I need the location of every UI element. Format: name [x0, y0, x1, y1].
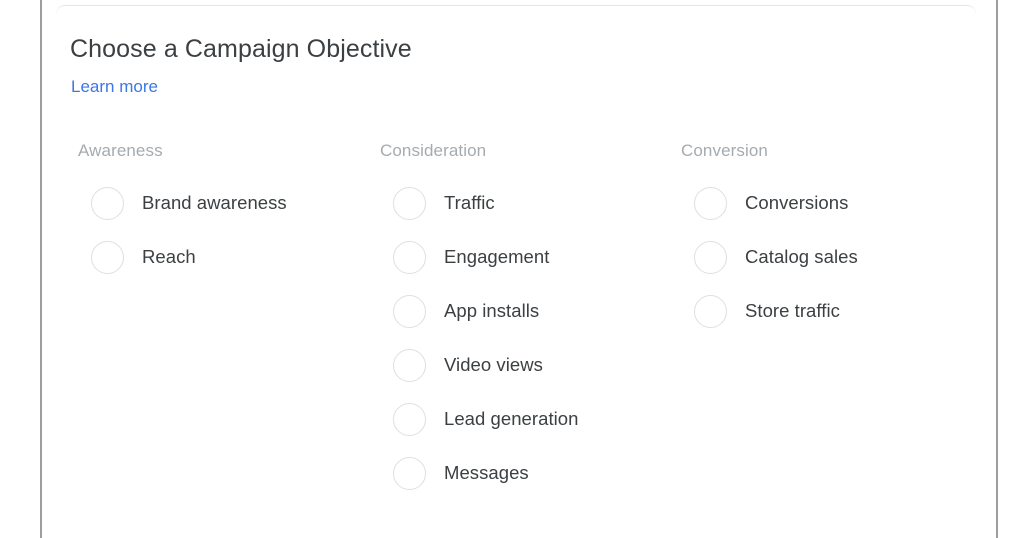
objective-option[interactable]: Catalog sales: [680, 230, 858, 284]
radio-button-icon[interactable]: [393, 186, 426, 220]
objective-option[interactable]: App installs: [379, 284, 578, 338]
objective-option[interactable]: Messages: [379, 446, 578, 500]
objective-option-label: Catalog sales: [745, 246, 858, 267]
objective-option[interactable]: Reach: [77, 230, 287, 284]
objective-column-conversion: Conversion Conversions Catalog sales Store …: [680, 140, 858, 338]
page-left-border: [40, 0, 42, 538]
objective-option-label: Engagement: [444, 246, 550, 267]
objective-option-list: Traffic Engagement App installs Video views…: [379, 176, 578, 500]
learn-more-link[interactable]: Learn more: [71, 76, 158, 98]
column-title: Consideration: [380, 141, 487, 160]
screen: Choose a Campaign Objective Learn more A…: [0, 0, 1024, 538]
radio-button-icon[interactable]: [393, 240, 426, 274]
objective-option-list: Conversions Catalog sales Store traffic: [680, 176, 858, 338]
radio-button-icon[interactable]: [694, 186, 727, 220]
objective-option-label: Traffic: [444, 192, 495, 213]
objective-option-label: Messages: [444, 462, 529, 483]
radio-button-icon[interactable]: [91, 186, 124, 220]
radio-button-icon[interactable]: [694, 294, 727, 328]
radio-button-icon[interactable]: [393, 348, 426, 382]
objective-option[interactable]: Conversions: [680, 176, 858, 230]
objective-option-label: App installs: [444, 300, 540, 321]
objective-option-label: Brand awareness: [142, 192, 287, 213]
objective-option-label: Video views: [444, 354, 543, 375]
column-title: Awareness: [78, 141, 163, 160]
objective-option-list: Brand awareness Reach: [77, 176, 287, 284]
objective-option[interactable]: Traffic: [379, 176, 578, 230]
objective-column-consideration: Consideration Traffic Engagement App instal…: [379, 140, 578, 500]
campaign-objective-card: Choose a Campaign Objective Learn more A…: [56, 5, 976, 538]
column-title: Conversion: [681, 141, 768, 160]
radio-button-icon[interactable]: [393, 456, 426, 490]
objective-option[interactable]: Engagement: [379, 230, 578, 284]
objective-option[interactable]: Video views: [379, 338, 578, 392]
objective-option-label: Lead generation: [444, 408, 579, 429]
objective-column-awareness: Awareness Brand awareness Reach: [77, 140, 287, 284]
page-right-border: [996, 0, 998, 538]
objective-option[interactable]: Store traffic: [680, 284, 858, 338]
radio-button-icon[interactable]: [393, 402, 426, 436]
card-content: Choose a Campaign Objective Learn more A…: [70, 6, 976, 538]
radio-button-icon[interactable]: [694, 240, 727, 274]
page-title: Choose a Campaign Objective: [70, 35, 412, 63]
radio-button-icon[interactable]: [393, 294, 426, 328]
objective-option-label: Reach: [142, 246, 196, 267]
objective-option-label: Store traffic: [745, 300, 840, 321]
objective-option[interactable]: Lead generation: [379, 392, 578, 446]
radio-button-icon[interactable]: [91, 240, 124, 274]
objective-option[interactable]: Brand awareness: [77, 176, 287, 230]
objective-option-label: Conversions: [745, 192, 849, 213]
